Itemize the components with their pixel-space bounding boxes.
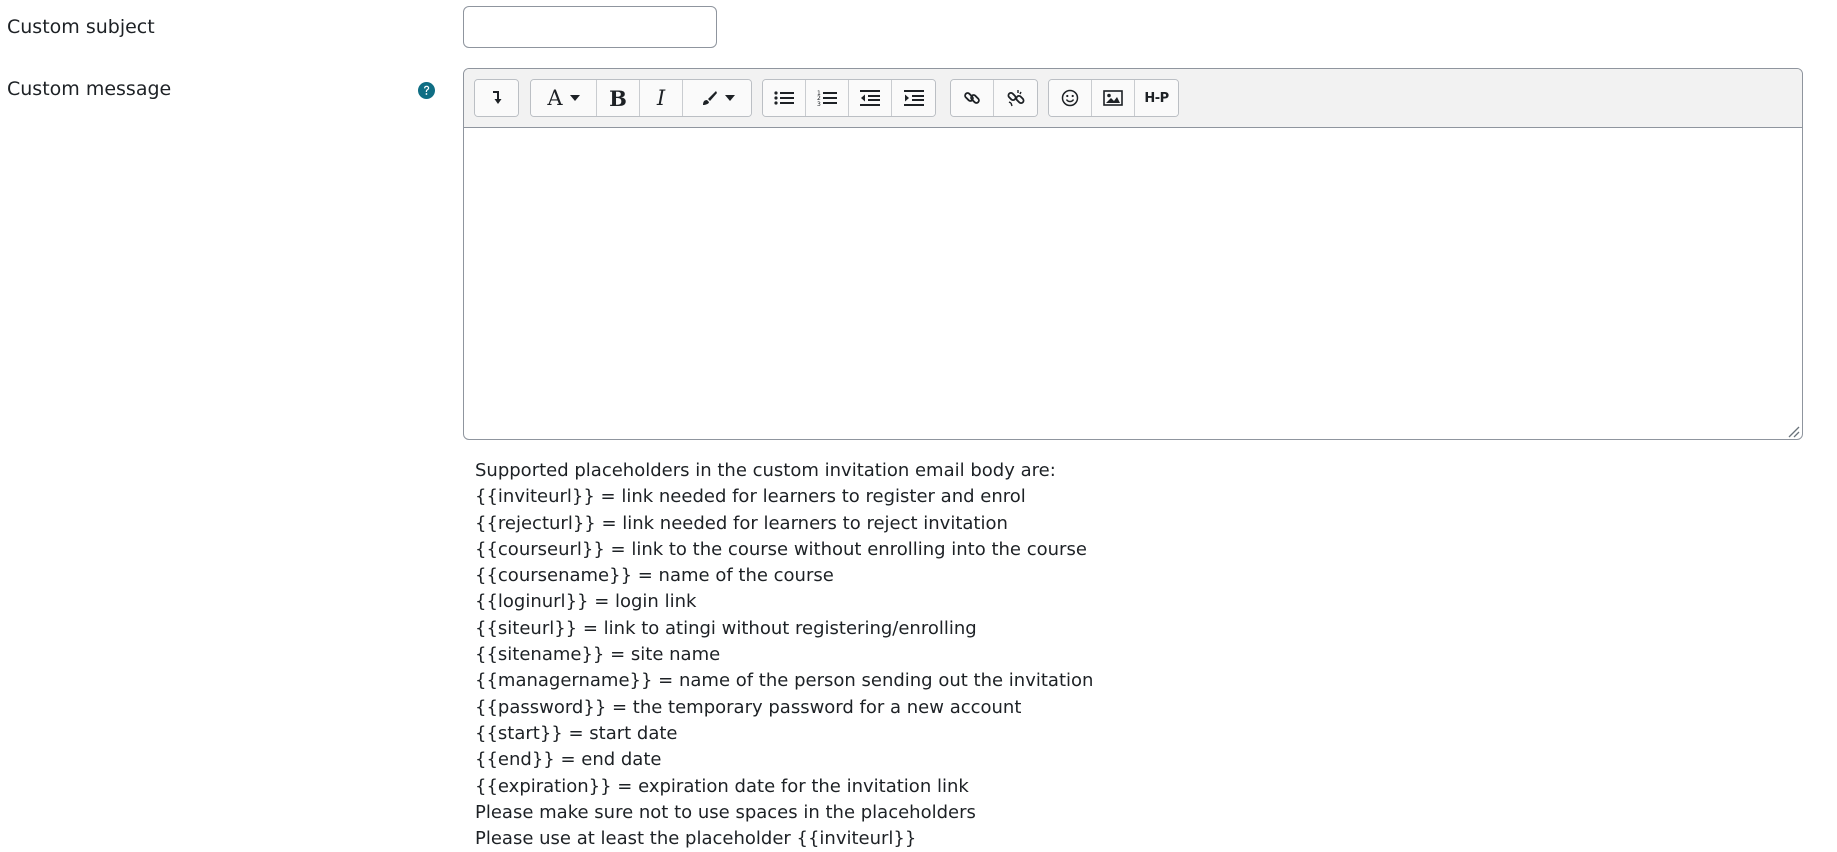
help-line: Please make sure not to use spaces in th… [475,801,976,823]
unordered-list-icon [774,90,794,106]
emoji-button[interactable] [1049,80,1092,116]
help-line: {{end}} = end date [475,749,662,771]
ordered-list-button[interactable]: 123 [806,80,849,116]
help-line: Please use at least the placeholder {{in… [475,828,917,850]
help-line: Supported placeholders in the custom inv… [475,460,1056,481]
editor-content-area[interactable] [464,128,1802,439]
help-line: {{inviteurl}} = link needed for learners… [475,486,1026,508]
unordered-list-button[interactable] [763,80,806,116]
h5p-button[interactable]: H-P [1135,80,1178,116]
custom-subject-input[interactable] [463,6,717,48]
italic-icon: I [656,85,666,110]
italic-button[interactable]: I [640,80,683,116]
help-line: {{password}} = the temporary password fo… [475,696,1022,718]
help-line: {{rejecturl}} = link needed for learners… [475,512,1008,534]
toolbar-group-list: 123 [762,79,936,117]
placeholder-help-text: Supported placeholders in the custom inv… [475,458,1093,852]
bold-button[interactable]: B [597,80,640,116]
custom-message-label: Custom message [7,78,172,100]
editor-toolbar: A B I 1 2 3 H-P [464,69,1802,128]
link-button[interactable] [951,80,994,116]
toolbar-group-insert: H-P [1048,79,1179,117]
link-icon [963,89,981,107]
chevron-down-icon [569,95,580,101]
indent-icon [903,90,924,106]
image-button[interactable] [1092,80,1135,116]
unlink-button[interactable] [994,80,1037,116]
ordered-list-icon: 123 [817,89,837,107]
chevron-down-icon [724,95,735,101]
help-line: {{start}} = start date [475,722,678,744]
toolbar-group-collapse [474,79,519,117]
help-line: {{expiration}} = expiration date for the… [475,775,969,797]
help-line: {{courseurl}} = link to the course witho… [475,538,1087,560]
svg-text:3: 3 [817,101,821,107]
question-circle-icon[interactable] [418,82,435,99]
image-icon [1103,90,1123,106]
toolbar-group-links [950,79,1038,117]
resize-handle-icon[interactable] [1786,423,1800,438]
emoji-icon [1061,89,1079,107]
font-color-button[interactable] [683,80,751,116]
help-line: {{sitename}} = site name [475,644,721,666]
unlink-icon [1007,89,1025,107]
help-line: {{siteurl}} = link to atingi without reg… [475,617,977,639]
font-style-icon: A [547,85,563,110]
help-line: {{loginurl}} = login link [475,591,697,613]
outdent-icon [860,90,880,106]
rich-text-editor: A B I 1 2 3 H-P [463,68,1803,440]
font-color-icon [700,89,718,107]
custom-subject-label: Custom subject [7,16,155,38]
help-line: {{coursename}} = name of the course [475,565,834,587]
show-more-icon [490,90,504,106]
outdent-button[interactable] [849,80,892,116]
h5p-icon: H-P [1144,90,1169,106]
help-line: {{managername}} = name of the person sen… [475,670,1094,692]
indent-button[interactable] [892,80,935,116]
toolbar-group-style: A B I [530,79,752,117]
font-style-button[interactable]: A [531,80,597,116]
show-more-button[interactable] [475,80,518,116]
bold-icon: B [609,85,627,111]
